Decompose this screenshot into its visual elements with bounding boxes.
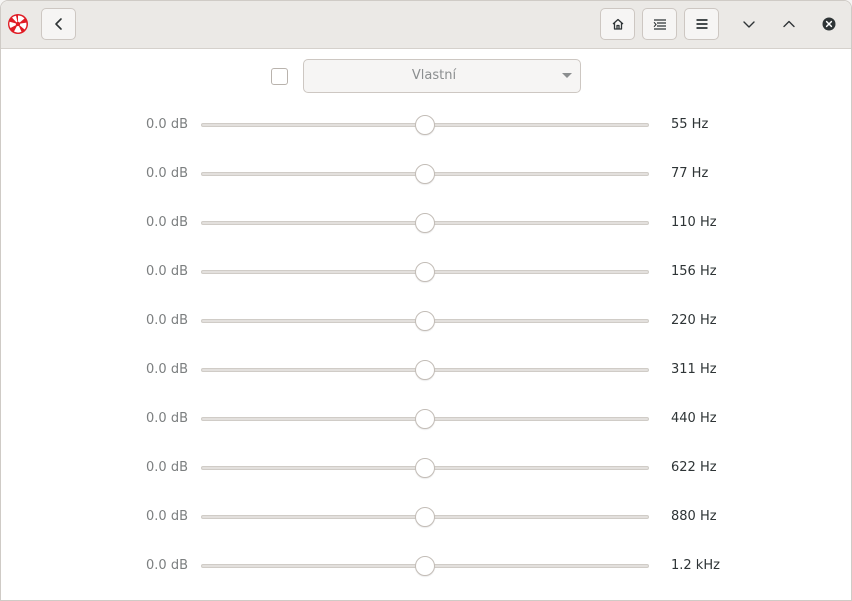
headerbar [1, 1, 851, 49]
band-frequency: 55 Hz [671, 117, 709, 132]
band-row: 0.0 dB 1.2 kHz [1, 551, 851, 581]
maximize-button[interactable] [773, 8, 805, 40]
band-frequency: 440 Hz [671, 411, 717, 426]
band-frequency: 622 Hz [671, 460, 717, 475]
band-gain: 0.0 dB [146, 264, 188, 279]
minimize-button[interactable] [733, 8, 765, 40]
band-gain: 0.0 dB [146, 166, 188, 181]
band-gain: 0.0 dB [146, 558, 188, 573]
back-button[interactable] [41, 8, 76, 40]
hamburger-menu-icon [696, 19, 707, 29]
band-row: 0.0 dB 622 Hz [1, 453, 851, 483]
band-slider-handle[interactable] [415, 115, 435, 135]
band-slider-handle[interactable] [415, 458, 435, 478]
band-frequency: 110 Hz [671, 215, 717, 230]
equalizer-enable-checkbox[interactable] [271, 68, 288, 85]
band-frequency: 220 Hz [671, 313, 717, 328]
band-row: 0.0 dB 110 Hz [1, 208, 851, 238]
band-slider-handle[interactable] [415, 164, 435, 184]
home-button[interactable] [600, 8, 635, 40]
band-gain: 0.0 dB [146, 460, 188, 475]
band-slider-handle[interactable] [415, 409, 435, 429]
band-gain: 0.0 dB [146, 313, 188, 328]
app-logo-icon [7, 13, 29, 35]
band-slider-handle[interactable] [415, 507, 435, 527]
band-frequency: 77 Hz [671, 166, 709, 181]
dropdown-arrow-icon [562, 73, 572, 78]
equalizer-panel: Vlastní 0.0 dB 55 Hz 0.0 dB 77 Hz 0.0 dB… [1, 49, 851, 600]
band-frequency: 880 Hz [671, 509, 717, 524]
band-slider-handle[interactable] [415, 262, 435, 282]
band-slider-handle[interactable] [415, 556, 435, 576]
band-row: 0.0 dB 220 Hz [1, 306, 851, 336]
band-gain: 0.0 dB [146, 215, 188, 230]
main-menu-button[interactable] [684, 8, 719, 40]
band-slider-handle[interactable] [415, 213, 435, 233]
chevron-down-icon [743, 21, 755, 28]
preset-selected-value: Vlastní [411, 68, 457, 83]
app-window: Vlastní 0.0 dB 55 Hz 0.0 dB 77 Hz 0.0 dB… [0, 0, 852, 601]
close-button[interactable] [813, 8, 845, 40]
band-slider-handle[interactable] [415, 360, 435, 380]
go-back-icon [54, 18, 62, 30]
band-row: 0.0 dB 55 Hz [1, 110, 851, 140]
band-slider-handle[interactable] [415, 311, 435, 331]
band-frequency: 156 Hz [671, 264, 717, 279]
queue-button[interactable] [642, 8, 677, 40]
chevron-up-icon [783, 20, 795, 28]
band-row: 0.0 dB 880 Hz [1, 502, 851, 532]
close-icon [822, 17, 836, 31]
band-gain: 0.0 dB [146, 411, 188, 426]
preset-dropdown[interactable]: Vlastní [303, 59, 581, 93]
band-row: 0.0 dB 77 Hz [1, 159, 851, 189]
band-row: 0.0 dB 440 Hz [1, 404, 851, 434]
band-gain: 0.0 dB [146, 117, 188, 132]
queue-list-icon [653, 19, 666, 30]
band-gain: 0.0 dB [146, 509, 188, 524]
band-row: 0.0 dB 311 Hz [1, 355, 851, 385]
band-row: 0.0 dB 156 Hz [1, 257, 851, 287]
band-frequency: 311 Hz [671, 362, 717, 377]
home-icon [612, 18, 623, 30]
band-frequency: 1.2 kHz [671, 558, 720, 573]
band-gain: 0.0 dB [146, 362, 188, 377]
